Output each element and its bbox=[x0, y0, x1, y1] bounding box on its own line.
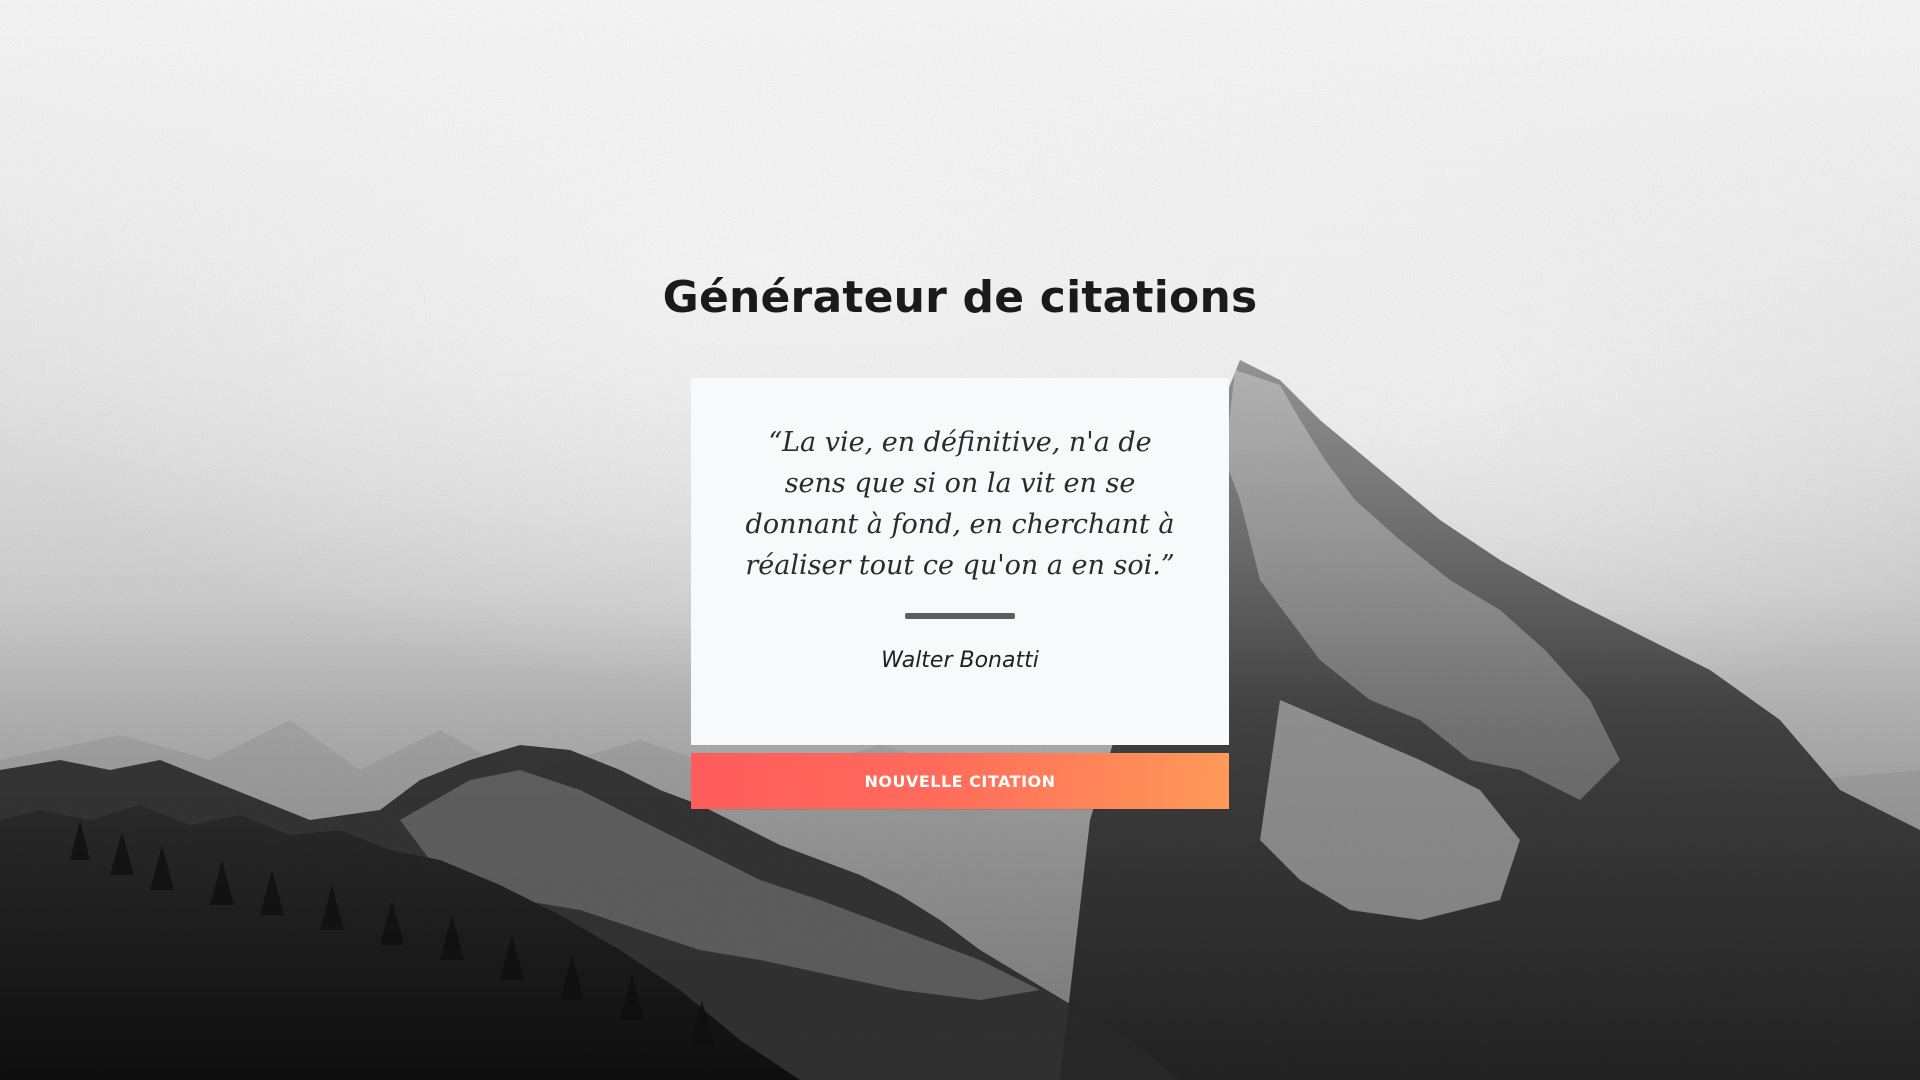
main-content: Générateur de citations “La vie, en défi… bbox=[0, 0, 1920, 1080]
new-quote-button[interactable]: NOUVELLE CITATION bbox=[691, 753, 1229, 809]
quote-author: Walter Bonatti bbox=[881, 648, 1039, 673]
quote-divider bbox=[905, 613, 1015, 619]
quote-card: “La vie, en définitive, n'a de sens que … bbox=[691, 378, 1229, 745]
page-title: Générateur de citations bbox=[662, 272, 1258, 323]
quote-text: “La vie, en définitive, n'a de sens que … bbox=[745, 427, 1175, 581]
